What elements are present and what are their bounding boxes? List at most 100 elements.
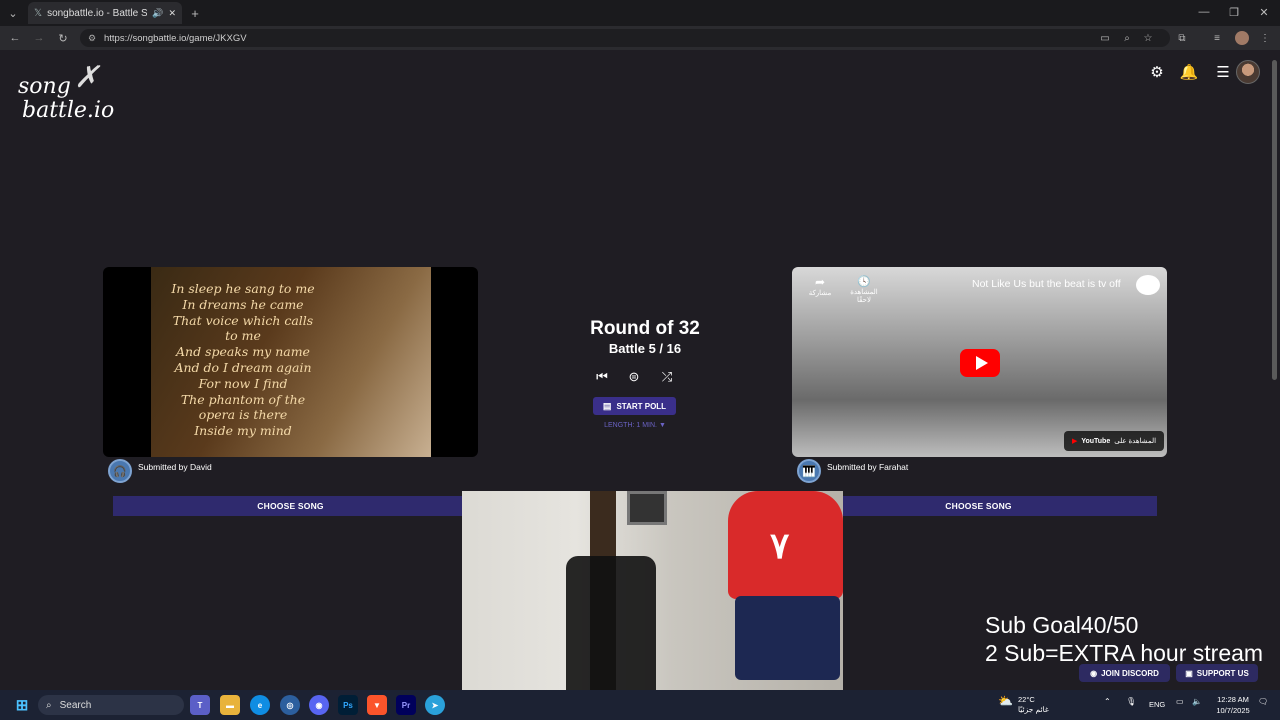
webcam-person-shorts	[735, 596, 840, 680]
teams-icon[interactable]: T	[190, 695, 210, 715]
user-avatar[interactable]	[1236, 60, 1260, 84]
url-bar[interactable]: ⚙ https://songbattle.io/game/JKXGV	[80, 29, 1170, 47]
watch-later-button[interactable]: 🕓 المشاهدة لاحقًا	[844, 275, 884, 304]
choose-song-right-button[interactable]: CHOOSE SONG	[800, 496, 1157, 516]
volume-icon[interactable]: 🔈	[1192, 697, 1202, 706]
photoshop-icon[interactable]: Ps	[338, 695, 358, 715]
poll-icon: ▤	[602, 400, 612, 411]
windows-start-icon[interactable]: ⊞	[12, 695, 32, 715]
skip-back-icon[interactable]: ⏮	[591, 367, 613, 387]
play-button[interactable]	[960, 349, 1000, 377]
round-title: Round of 32	[590, 318, 700, 339]
start-poll-label: START POLL	[616, 401, 667, 411]
twitch-icon: ▣	[1185, 668, 1193, 678]
right-song-video[interactable]: Not Like Us but the beat is tv off ➦ مشار…	[792, 267, 1167, 457]
submitted-by-left-text: Submitted by David	[138, 462, 212, 472]
telegram-icon[interactable]: ➤	[425, 695, 445, 715]
submitted-by-right: Submitted by Farahat	[797, 456, 921, 478]
lyric-line: to me	[225, 328, 261, 344]
youtube-logo-icon: ▶	[1071, 438, 1078, 445]
support-us-button[interactable]: ▣ SUPPORT US	[1176, 664, 1258, 682]
notification-bell-icon[interactable]: 🔔	[1180, 63, 1199, 81]
language-indicator[interactable]: ENG	[1149, 700, 1165, 709]
start-poll-button[interactable]: ▤ START POLL	[593, 397, 676, 415]
share-button[interactable]: ➦ مشاركة	[806, 275, 834, 297]
weather-widget[interactable]: 22°C غائم جزئيًا	[1018, 695, 1049, 715]
profile-avatar-icon[interactable]	[1235, 31, 1249, 45]
network-icon[interactable]: ▭	[1176, 697, 1184, 706]
coin-icon[interactable]: ⊜	[623, 367, 645, 387]
system-clock[interactable]: 12:28 AM 10/7/2025	[1212, 694, 1254, 716]
discord-icon: ◉	[1090, 668, 1098, 678]
youtube-label: YouTube	[1081, 437, 1111, 445]
lyric-line: The phantom of the	[180, 391, 306, 407]
file-explorer-icon[interactable]: ▬	[220, 695, 240, 715]
notification-center-icon[interactable]: 🗨	[1258, 697, 1268, 706]
cast-icon[interactable]: ▭	[1098, 31, 1112, 45]
tab-search-icon[interactable]: ⌄	[4, 5, 22, 21]
browser-tab[interactable]: 𝕏 songbattle.io - Battle Song 🔊 ✕	[28, 2, 182, 24]
brave-icon[interactable]: ▼	[367, 695, 387, 715]
shuffle-icon[interactable]: ⤮	[656, 367, 678, 387]
channel-avatar-icon[interactable]	[1136, 275, 1160, 295]
media-control-icon[interactable]: ≡	[1210, 31, 1224, 45]
length-select[interactable]: LENGTH: 1 MIN. ▼	[580, 422, 690, 429]
join-discord-button[interactable]: ◉ JOIN DISCORD	[1079, 664, 1170, 682]
close-window-button[interactable]: ✕	[1256, 4, 1272, 20]
bookmark-star-icon[interactable]: ☆	[1141, 31, 1155, 45]
join-discord-label: JOIN DISCORD	[1101, 668, 1159, 678]
support-us-label: SUPPORT US	[1196, 668, 1249, 678]
maximize-button[interactable]: ❐	[1226, 4, 1242, 20]
lyric-line: That voice which calls	[172, 312, 314, 328]
lyric-line: opera is there	[198, 407, 288, 423]
tray-chevron-up-icon[interactable]: ⌃	[1104, 697, 1111, 706]
choose-song-left-button[interactable]: CHOOSE SONG	[113, 496, 468, 516]
reload-icon[interactable]: ↻	[56, 30, 70, 46]
tab-title: songbattle.io - Battle Song	[47, 7, 148, 19]
scrollbar-thumb[interactable]	[1272, 60, 1277, 380]
tab-close-icon[interactable]: ✕	[168, 8, 176, 19]
chrome-icon[interactable]: ◎	[280, 695, 300, 715]
discord-taskbar-icon[interactable]: ◉	[309, 695, 329, 715]
hamburger-menu-icon[interactable]: ☰	[1214, 63, 1232, 81]
clock-time: 12:28 AM	[1217, 695, 1249, 704]
extensions-icon[interactable]: ⧉	[1175, 31, 1189, 45]
left-song-video[interactable]: In sleep he sang to me In dreams he came…	[103, 267, 478, 457]
microphone-icon[interactable]: 🎙	[1126, 697, 1136, 706]
clock-date: 10/7/2025	[1216, 706, 1250, 715]
logo-text-battle: battle.io	[22, 98, 115, 123]
battle-counter: Battle 5 / 16	[608, 341, 682, 356]
taskbar-search-label: Search	[59, 699, 92, 711]
extra-hour-text: 2 Sub=EXTRA hour stream	[985, 640, 1264, 666]
premiere-icon[interactable]: Pr	[396, 695, 416, 715]
settings-gear-icon[interactable]: ⚙	[1148, 63, 1166, 81]
site-favicon-icon: 𝕏	[34, 7, 43, 19]
edge-icon[interactable]: e	[250, 695, 270, 715]
weather-temp: 22°C	[1018, 695, 1035, 704]
submitted-by-right-text: Submitted by Farahat	[827, 462, 909, 472]
sub-goal-overlay: Sub Goal40/50 2 Sub=EXTRA hour stream	[985, 611, 1263, 667]
minimize-button[interactable]: —	[1196, 4, 1212, 20]
lyric-line: And speaks my name	[176, 344, 310, 360]
lyrics-overlay: In sleep he sang to me In dreams he came…	[163, 281, 323, 439]
new-tab-button[interactable]: +	[188, 5, 202, 21]
video-title: Not Like Us but the beat is tv off	[972, 278, 1121, 290]
weather-desc: غائم جزئيًا	[1018, 705, 1049, 714]
back-arrow-icon[interactable]: ←	[8, 30, 22, 46]
forward-arrow-icon[interactable]: →	[32, 30, 46, 46]
site-logo[interactable]: ✗ song battle.io	[18, 60, 138, 126]
watch-on-label: المشاهدة على	[1114, 438, 1157, 445]
taskbar-search[interactable]: ⌕ Search	[38, 695, 184, 715]
lyric-line: In sleep he sang to me	[171, 281, 315, 296]
browser-menu-icon[interactable]: ⋮	[1258, 31, 1272, 45]
zoom-icon[interactable]: ⌕	[1120, 31, 1134, 45]
weather-icon[interactable]: ⛅	[998, 694, 1016, 712]
webcam-chair	[566, 556, 656, 706]
watch-later-label: المشاهدة لاحقًا	[850, 289, 878, 304]
lyric-line: For now I find	[198, 375, 288, 391]
site-info-icon[interactable]: ⚙	[88, 33, 96, 44]
saxophone-icon: ✗	[74, 60, 100, 95]
speaker-icon[interactable]: 🔊	[152, 8, 163, 19]
round-info: Round of 32 Battle 5 / 16	[560, 318, 730, 356]
watch-on-youtube-button[interactable]: ▶ YouTube المشاهدة على	[1064, 431, 1164, 451]
